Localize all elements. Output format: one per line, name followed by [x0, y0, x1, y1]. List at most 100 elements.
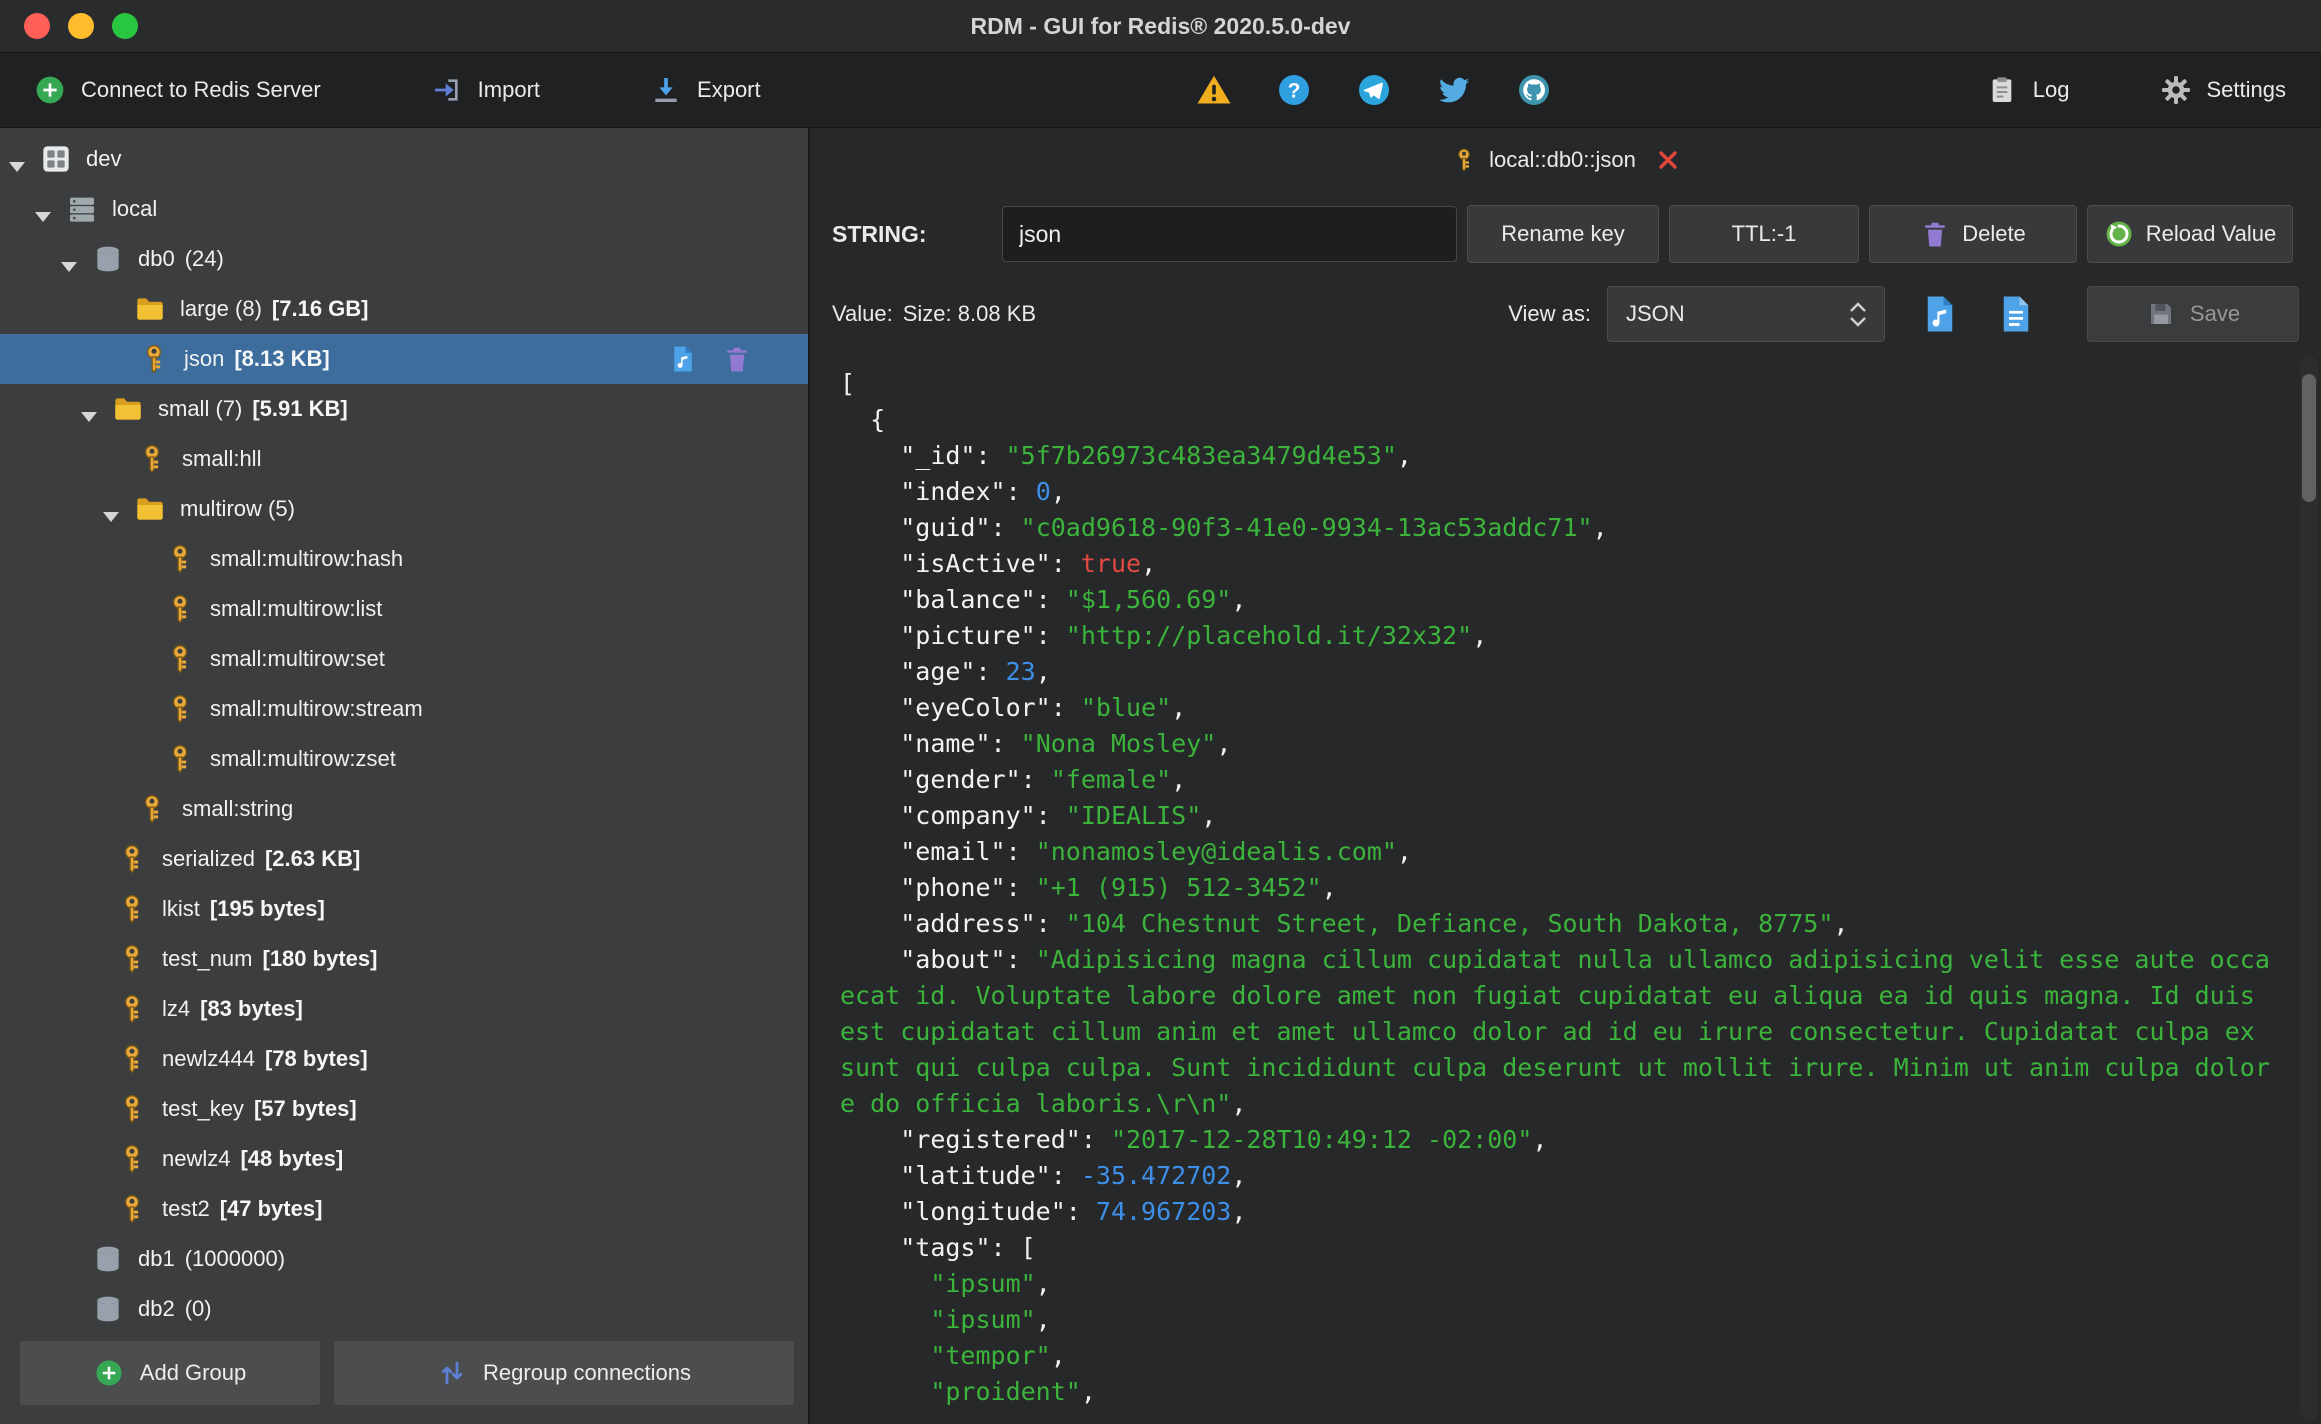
toolbar-status-icons: ? — [1196, 53, 1552, 127]
edit-key-icon[interactable] — [668, 344, 698, 374]
minimize-window-button[interactable] — [68, 13, 94, 39]
tree-item-test-num[interactable]: test_num [180 bytes] — [0, 934, 808, 984]
database-icon — [92, 1243, 124, 1275]
tree-item-serialized[interactable]: serialized [2.63 KB] — [0, 834, 808, 884]
ttl-button[interactable]: TTL:-1 — [1669, 205, 1859, 263]
key-icon — [116, 943, 148, 975]
tree-item-label: small (7) — [158, 396, 243, 421]
tree-item-small-multirow-zset[interactable]: small:multirow:zset — [0, 734, 808, 784]
key-size-badge: [83 bytes] — [200, 996, 303, 1021]
view-as-select[interactable]: JSON — [1607, 286, 1885, 342]
connect-label: Connect to Redis Server — [81, 77, 321, 102]
close-window-button[interactable] — [24, 13, 50, 39]
close-tab-icon[interactable] — [1656, 148, 1680, 172]
import-button[interactable]: Import — [431, 74, 540, 106]
tree-item-dev[interactable]: dev — [0, 134, 808, 184]
tree-item-db2[interactable]: db2 (0) — [0, 1284, 808, 1322]
twitter-icon[interactable] — [1436, 72, 1472, 108]
key-name-input[interactable] — [1002, 206, 1457, 262]
tree-item-label: test2 — [162, 1196, 210, 1221]
view-as-value: JSON — [1626, 301, 1685, 326]
tree-item-label: large (8) — [180, 296, 262, 321]
save-button[interactable]: Save — [2087, 286, 2299, 342]
tree-item-small-multirow-hash[interactable]: small:multirow:hash — [0, 534, 808, 584]
export-button[interactable]: Export — [650, 74, 761, 106]
tree-item-small-multirow-set[interactable]: small:multirow:set — [0, 634, 808, 684]
expander-arrow-icon[interactable] — [8, 153, 26, 172]
sidebar-bottom-bar: Add Group Regroup connections — [0, 1322, 808, 1424]
key-icon — [136, 443, 168, 475]
reload-value-button[interactable]: Reload Value — [2087, 205, 2293, 263]
tree-item-small-hll[interactable]: small:hll — [0, 434, 808, 484]
row-actions — [668, 344, 752, 374]
database-icon — [92, 243, 124, 275]
key-icon — [164, 743, 196, 775]
rename-key-button[interactable]: Rename key — [1467, 205, 1659, 263]
telegram-icon[interactable] — [1356, 72, 1392, 108]
tree-item-local[interactable]: local — [0, 184, 808, 234]
key-icon — [116, 893, 148, 925]
tree-item-small-7[interactable]: small (7) [5.91 KB] — [0, 384, 808, 434]
settings-button[interactable]: Settings — [2160, 74, 2286, 106]
key-size-badge: [47 bytes] — [219, 1196, 323, 1221]
tree-item-small-string[interactable]: small:string — [0, 784, 808, 834]
tree-item-small-multirow-list[interactable]: small:multirow:list — [0, 584, 808, 634]
key-tree: dev local db0 (24) large (8) [7.16 GB] json [8.… — [0, 128, 808, 1322]
export-icon — [650, 74, 682, 106]
tree-item-label: small:hll — [182, 446, 262, 471]
value-bar: Value: Size: 8.08 KB View as: JSON Save — [810, 276, 2321, 352]
tree-item-label: db2 — [138, 1296, 175, 1321]
regroup-label: Regroup connections — [483, 1360, 691, 1385]
warning-icon[interactable] — [1196, 72, 1232, 108]
open-value-in-editor-button[interactable] — [1919, 293, 1961, 335]
key-icon — [138, 343, 170, 375]
expander-arrow-icon[interactable] — [34, 203, 52, 222]
delete-key-button[interactable]: Delete — [1869, 205, 2077, 263]
key-size-badge: [48 bytes] — [240, 1146, 344, 1171]
help-icon[interactable]: ? — [1276, 72, 1312, 108]
json-line: "phone": "+1 (915) 512-3452", — [840, 873, 1337, 902]
zoom-window-button[interactable] — [112, 13, 138, 39]
tree-item-label: multirow (5) — [180, 496, 295, 521]
connect-to-server-button[interactable]: Connect to Redis Server — [34, 74, 321, 106]
tree-item-label: db1 — [138, 1246, 175, 1271]
scrollbar-thumb[interactable] — [2302, 374, 2316, 502]
tree-item-lz4[interactable]: lz4 [83 bytes] — [0, 984, 808, 1034]
tree-item-small-multirow-stream[interactable]: small:multirow:stream — [0, 684, 808, 734]
tree-item-large-8[interactable]: large (8) [7.16 GB] — [0, 284, 808, 334]
key-editor-bar: STRING: Rename key TTL:-1 Delete Reload … — [810, 192, 2321, 276]
tree-item-newlz4[interactable]: newlz4 [48 bytes] — [0, 1134, 808, 1184]
json-line: "address": "104 Chestnut Street, Defianc… — [840, 909, 1849, 938]
key-type-label: STRING: — [832, 220, 927, 247]
server-icon — [66, 193, 98, 225]
expander-arrow-icon[interactable] — [102, 503, 120, 522]
expander-arrow-icon[interactable] — [80, 403, 98, 422]
tree-item-newlz444[interactable]: newlz444 [78 bytes] — [0, 1034, 808, 1084]
json-content: [ { "_id": "5f7b26973c483ea3479d4e53", "… — [840, 366, 2275, 1410]
value-size-label: Size: 8.08 KB — [902, 301, 1037, 326]
tree-item-test2[interactable]: test2 [47 bytes] — [0, 1184, 808, 1234]
tree-item-test-key[interactable]: test_key [57 bytes] — [0, 1084, 808, 1134]
add-group-button[interactable]: Add Group — [20, 1341, 320, 1405]
key-size-badge: [78 bytes] — [264, 1046, 368, 1071]
tree-item-multirow-5[interactable]: multirow (5) — [0, 484, 808, 534]
log-button[interactable]: Log — [1986, 74, 2070, 106]
tree-item-label: small:multirow:hash — [210, 546, 404, 571]
expander-arrow-icon[interactable] — [60, 253, 78, 272]
delete-key-icon[interactable] — [722, 344, 752, 374]
key-icon — [116, 1043, 148, 1075]
tree-item-lkist[interactable]: lkist [195 bytes] — [0, 884, 808, 934]
database-icon — [92, 1293, 124, 1322]
key-icon — [164, 543, 196, 575]
github-icon[interactable] — [1516, 72, 1552, 108]
tree-item-db0[interactable]: db0 (24) — [0, 234, 808, 284]
tree-item-json[interactable]: json [8.13 KB] — [0, 334, 808, 384]
tab-local-db0-json[interactable]: local::db0::json — [1451, 147, 1680, 173]
view-document-button[interactable] — [1995, 293, 2037, 335]
rename-key-label: Rename key — [1501, 221, 1625, 246]
json-line: "index": 0, — [840, 477, 1066, 506]
tree-item-db1[interactable]: db1 (1000000) — [0, 1234, 808, 1284]
regroup-connections-button[interactable]: Regroup connections — [334, 1341, 794, 1405]
content-area: dev local db0 (24) large (8) [7.16 GB] json [8.… — [0, 128, 2321, 1424]
tree-item-label: test_num — [162, 946, 253, 971]
